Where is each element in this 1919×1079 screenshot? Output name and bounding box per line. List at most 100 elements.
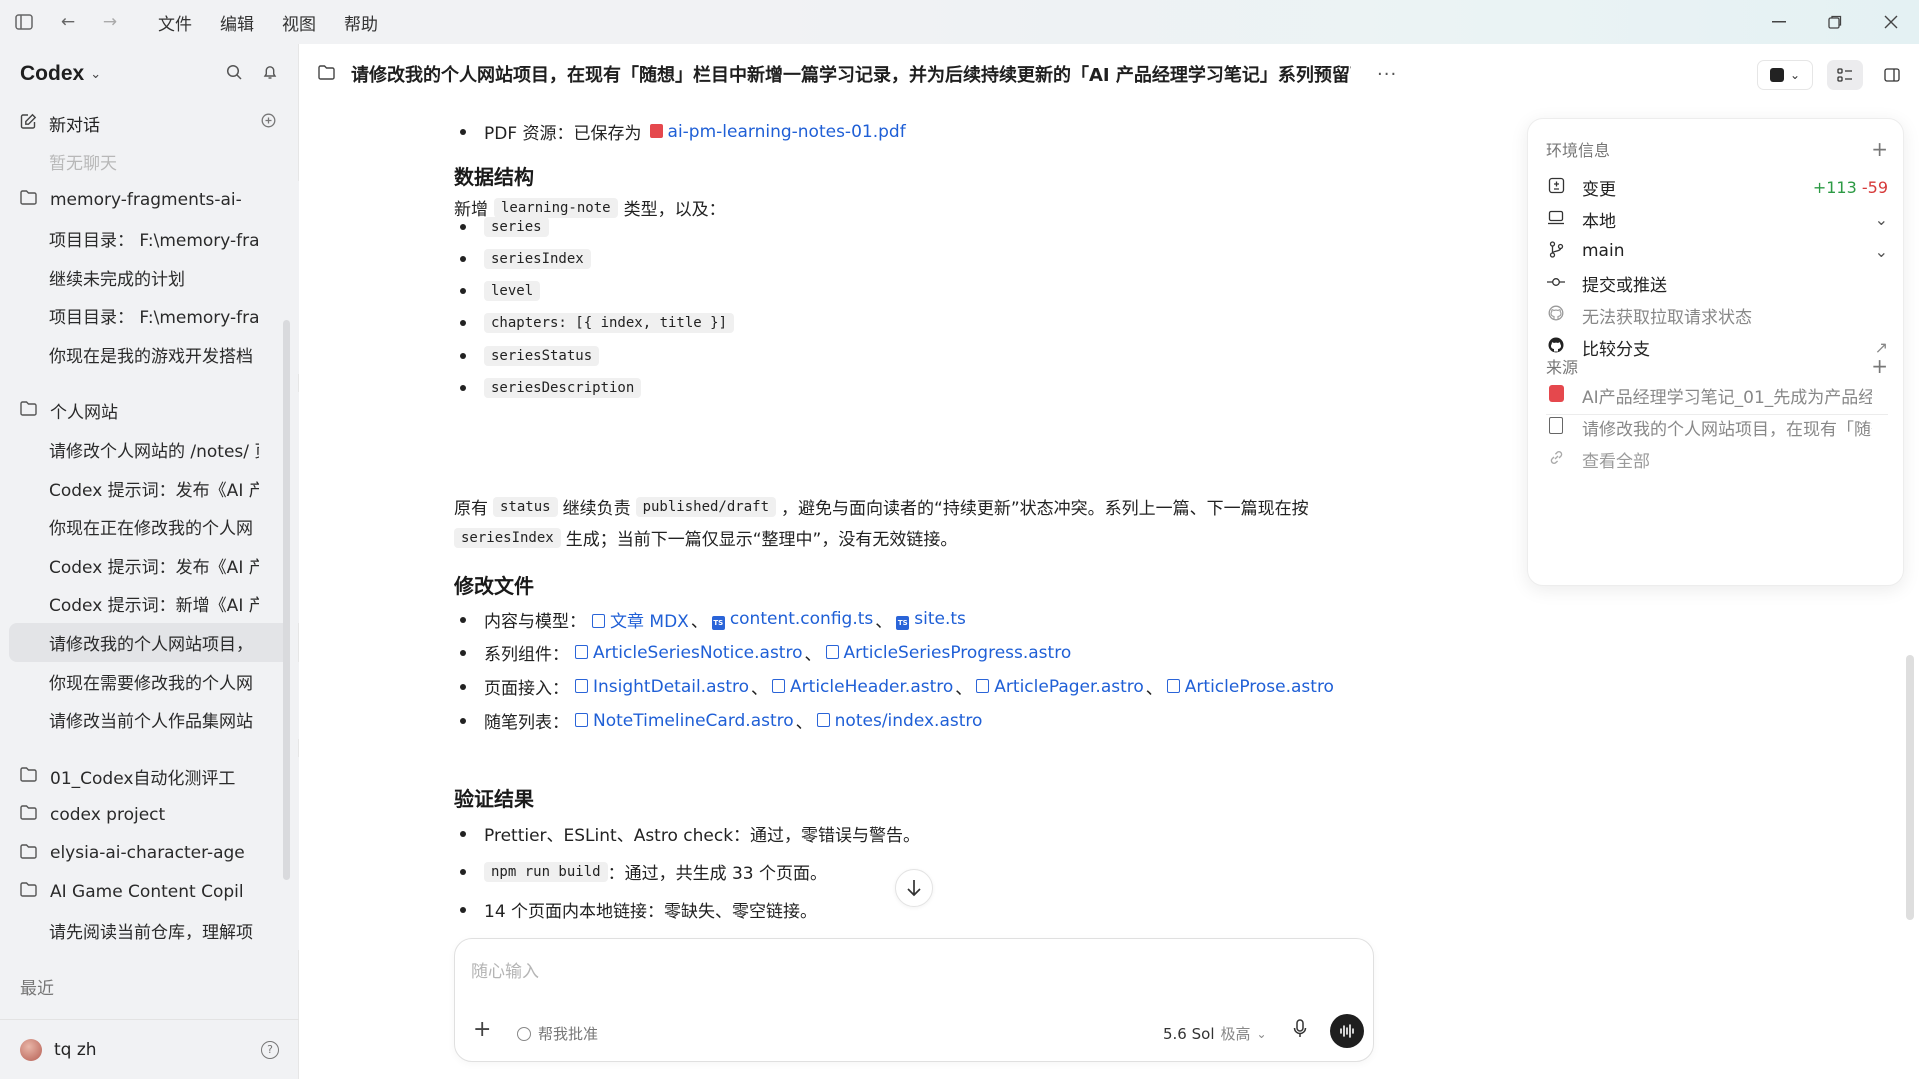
pdf-file-icon bbox=[649, 123, 663, 138]
sidebar-item-label: AI Game Content Copil bbox=[50, 881, 244, 902]
text: 继续负责 bbox=[562, 499, 631, 519]
close-icon[interactable] bbox=[1863, 0, 1919, 44]
pdf-link[interactable]: ai-pm-learning-notes-01.pdf bbox=[649, 122, 906, 142]
bell-icon[interactable] bbox=[262, 64, 278, 84]
sidebar-project-folder[interactable]: codex project bbox=[0, 795, 299, 835]
brand-title[interactable]: Codex bbox=[20, 62, 84, 86]
sidebar-project-folder[interactable]: 01_Codex自动化测评工 bbox=[0, 756, 299, 796]
local-row[interactable]: 本地 ⌄ bbox=[1546, 204, 1888, 234]
user-name[interactable]: tq zh bbox=[54, 1040, 97, 1060]
sidebar-project-folder[interactable]: elysia-ai-character-age bbox=[0, 834, 299, 873]
avatar[interactable] bbox=[20, 1038, 42, 1061]
pr-status-row: 无法获取拉取请求状态 bbox=[1546, 300, 1888, 330]
file-link[interactable]: ArticleProse.astro bbox=[1166, 676, 1334, 697]
file-link[interactable]: notes/index.astro bbox=[816, 711, 982, 731]
sidebar-conversation-item[interactable]: 请修改当前个人作品集网站 bbox=[0, 700, 299, 739]
file-link-label: ArticleProse.astro bbox=[1184, 676, 1334, 697]
main-scrollbar[interactable] bbox=[1906, 655, 1914, 920]
commit-row[interactable]: 提交或推送 bbox=[1546, 268, 1888, 298]
sidebar-scrollbar[interactable] bbox=[283, 320, 290, 880]
chevron-down-icon[interactable]: ⌄ bbox=[90, 67, 101, 82]
source-item-pdf[interactable]: AI产品经理学习笔记_01_先成为产品经理 bbox=[1546, 380, 1888, 410]
inline-code: published/draft bbox=[635, 496, 777, 517]
restore-icon[interactable] bbox=[1807, 0, 1863, 44]
bullet bbox=[460, 649, 466, 656]
chevron-down-icon[interactable]: ⌄ bbox=[1875, 210, 1888, 229]
sidebar-conversation-item[interactable]: 请修改我的个人网站项目， bbox=[9, 623, 290, 662]
source-item-doc[interactable]: 请修改我的个人网站项目，在现有「随想」 bbox=[1546, 412, 1888, 442]
sidebar-conversation-item[interactable]: 请先阅读当前仓库，理解项 bbox=[0, 911, 299, 950]
sidebar-project-folder[interactable]: 个人网站 bbox=[0, 391, 299, 431]
panel-toggle-button[interactable] bbox=[1827, 60, 1863, 90]
bullet bbox=[460, 288, 466, 294]
sidebar-project-folder[interactable]: memory-fragments-ai- bbox=[0, 180, 299, 220]
sidebar-conversation-item[interactable]: Codex 提示词：发布《AI 产 bbox=[0, 545, 299, 585]
field-name: seriesIndex bbox=[484, 249, 591, 269]
menu-view[interactable]: 视图 bbox=[282, 10, 316, 35]
file-link[interactable]: ArticleSeriesNotice.astro bbox=[575, 643, 803, 663]
back-arrow-icon[interactable]: ← bbox=[58, 12, 78, 32]
changes-row[interactable]: 变更 +113 -59 bbox=[1546, 172, 1888, 202]
text-fade bbox=[259, 430, 299, 469]
forward-arrow-icon[interactable]: → bbox=[100, 12, 120, 32]
plus-icon[interactable]: + bbox=[1871, 137, 1888, 161]
list-item: 随笔列表： NoteTimelineCard.astro、 notes/index.… bbox=[454, 708, 982, 733]
sidebar-item-label: 你现在需要修改我的个人网 bbox=[49, 673, 253, 694]
approval-mode-button[interactable]: 帮我批准 bbox=[517, 1023, 598, 1044]
file-link[interactable]: TS site.ts bbox=[896, 609, 966, 630]
sidebar-item-label: codex project bbox=[50, 804, 166, 825]
additions-count: +113 bbox=[1812, 177, 1857, 197]
minimize-icon[interactable] bbox=[1751, 0, 1807, 44]
more-options-icon[interactable]: ··· bbox=[1377, 64, 1397, 85]
sidebar-conversation-item[interactable]: 项目目录： F:\memory-frag bbox=[0, 219, 299, 258]
message-input[interactable]: 随心输入 bbox=[471, 957, 539, 982]
menu-file[interactable]: 文件 bbox=[158, 10, 192, 35]
sidebar-item-label: 个人网站 bbox=[50, 403, 118, 424]
add-circle-icon[interactable] bbox=[261, 113, 276, 133]
menu-edit[interactable]: 编辑 bbox=[220, 10, 254, 35]
sidebar-conversation-item[interactable]: 项目目录： F:\memory-frag bbox=[0, 296, 299, 335]
sidebar-project-folder[interactable]: AI Game Content Copil bbox=[0, 872, 299, 912]
file-link[interactable]: TS content.config.ts bbox=[711, 609, 873, 630]
file-link[interactable]: 文章 MDX bbox=[592, 607, 689, 632]
file-link[interactable]: ArticlePager.astro bbox=[976, 677, 1144, 697]
field-name: seriesStatus bbox=[484, 346, 600, 366]
env-section-header: 环境信息 + bbox=[1546, 137, 1888, 161]
model-name: 5.6 Sol bbox=[1163, 1024, 1215, 1043]
file-link[interactable]: ArticleSeriesProgress.astro bbox=[825, 643, 1071, 663]
layout-toggle-button[interactable] bbox=[1877, 60, 1907, 90]
bullet bbox=[460, 717, 466, 724]
file-link[interactable]: ArticleHeader.astro bbox=[772, 677, 953, 697]
app-selector-dropdown[interactable]: ⌄ bbox=[1757, 60, 1813, 90]
sidebar-conversation-item[interactable]: 你现在是我的游戏开发搭档 bbox=[0, 334, 299, 374]
microphone-icon[interactable] bbox=[1293, 1019, 1307, 1044]
plus-icon[interactable]: + bbox=[1871, 354, 1888, 378]
sidebar-conversation-item[interactable]: 你现在需要修改我的个人网 bbox=[0, 661, 299, 701]
file-link[interactable]: NoteTimelineCard.astro bbox=[575, 711, 794, 731]
voice-send-button[interactable] bbox=[1330, 1014, 1364, 1048]
scroll-down-button[interactable] bbox=[895, 869, 933, 907]
folder-icon bbox=[20, 882, 40, 901]
sidebar-conversation-item[interactable]: Codex 提示词：新增《AI 产 bbox=[0, 584, 299, 624]
file-link-label: 文章 MDX bbox=[610, 612, 689, 632]
bullet bbox=[460, 353, 466, 359]
sidebar-item-label: 请修改我的个人网站项目， bbox=[49, 634, 253, 655]
sidebar-conversation-item[interactable]: Codex 提示词：发布《AI 产 bbox=[0, 468, 299, 508]
text-fade bbox=[259, 661, 299, 701]
sidebar-conversation-item[interactable]: 继续未完成的计划 bbox=[0, 257, 299, 297]
paragraph: 原有 status 继续负责 published/draft ，避免与面向读者的… bbox=[454, 494, 1309, 519]
sidebar-toggle-icon[interactable] bbox=[14, 12, 34, 32]
branch-row[interactable]: main ⌄ bbox=[1546, 236, 1888, 266]
sidebar-conversation-item[interactable]: 你现在正在修改我的个人网 bbox=[0, 507, 299, 546]
search-icon[interactable] bbox=[226, 64, 242, 84]
new-chat-button[interactable]: 新对话 bbox=[0, 104, 298, 142]
file-link[interactable]: InsightDetail.astro bbox=[575, 677, 749, 697]
sidebar-conversation-item[interactable]: 请修改个人网站的 /notes/ 页 bbox=[0, 430, 299, 469]
view-all-row[interactable]: 查看全部 bbox=[1546, 444, 1888, 474]
add-attachment-icon[interactable]: + bbox=[473, 1017, 491, 1042]
chevron-down-icon[interactable]: ⌄ bbox=[1875, 242, 1888, 261]
sidebar-conversation-item[interactable]: 暂无聊天 bbox=[0, 142, 299, 181]
help-icon[interactable]: ? bbox=[261, 1040, 279, 1059]
model-selector[interactable]: 5.6 Sol 极高 ⌄ bbox=[1163, 1023, 1267, 1044]
menu-help[interactable]: 帮助 bbox=[344, 10, 378, 35]
